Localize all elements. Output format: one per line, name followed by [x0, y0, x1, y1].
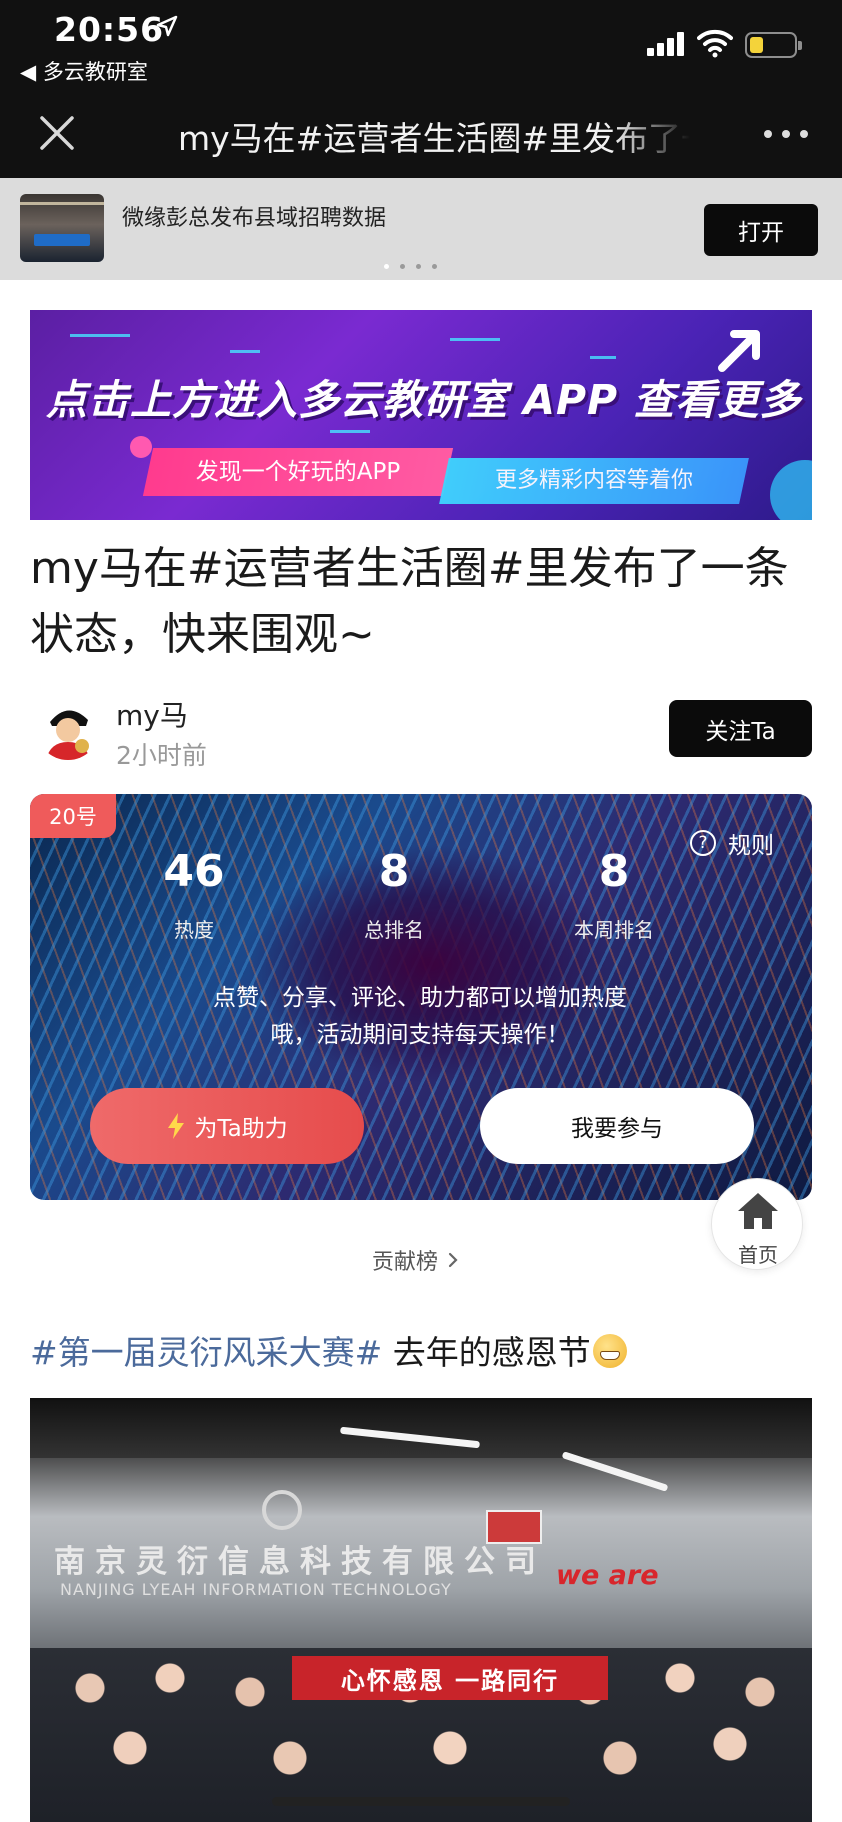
lightning-icon [168, 1113, 185, 1139]
next-post-text: 去年的感恩节 [382, 1333, 591, 1372]
company-wall-subtext: NANJING LYEAH INFORMATION TECHNOLOGY [60, 1580, 452, 1599]
post-title: my马在#运营者生活圈#里发布了一条状态，快来围观~ [30, 543, 789, 660]
boost-button[interactable]: 为Ta助力 [90, 1088, 364, 1164]
stat-week-rank-value: 8 [598, 846, 630, 897]
activity-stats-card: 20号 ? 规则 46 热度 8 总排名 8 本周排名 点赞、分享、评论、助力都… [30, 794, 812, 1200]
carousel-dots [384, 264, 444, 272]
entry-number-badge: 20号 [30, 794, 116, 838]
rules-label: 规则 [728, 833, 774, 859]
ad-pill-more-label: 更多精彩内容等着你 [494, 468, 693, 493]
avatar[interactable] [36, 696, 100, 760]
close-icon[interactable] [36, 112, 78, 154]
stat-heat: 46 热度 [114, 844, 274, 943]
ad-pill-discover-label: 发现一个好玩的APP [195, 459, 401, 485]
status-time: 20:56 [54, 10, 165, 49]
boost-button-label: 为Ta助力 [194, 1116, 288, 1142]
topic-tag-link[interactable]: #第一届灵衍风采大赛# [30, 1333, 382, 1372]
wifi-icon [697, 28, 733, 58]
location-arrow-icon [155, 14, 179, 45]
ad-pill-more: 更多精彩内容等着你 [439, 458, 749, 504]
contribution-leaderboard-link[interactable]: 贡献榜 [372, 1244, 458, 1276]
stat-total-rank-label: 总排名 [364, 918, 424, 942]
stat-week-rank: 8 本周排名 [534, 844, 694, 943]
battery-icon [745, 32, 802, 58]
contribution-label: 贡献榜 [372, 1250, 439, 1275]
stat-total-rank: 8 总排名 [314, 844, 474, 943]
home-icon [738, 1193, 778, 1229]
photo-ceiling [30, 1398, 812, 1458]
cellular-signal-icon [647, 32, 685, 56]
ad-headline: 点击上方进入多云教研室 APP 查看更多 [46, 376, 802, 424]
grin-emoji-icon [592, 1334, 627, 1368]
rules-link[interactable]: ? 规则 [690, 826, 774, 860]
activity-description: 点赞、分享、评论、助力都可以增加热度 哦，活动期间支持每天操作！ [120, 980, 720, 1054]
next-post-title: #第一届灵衍风采大赛# 去年的感恩节 [30, 1326, 627, 1374]
stat-week-rank-label: 本周排名 [574, 918, 654, 942]
wall-frame [486, 1510, 542, 1544]
home-indicator[interactable] [272, 1797, 570, 1806]
activity-description-line2: 哦，活动期间支持每天操作！ [270, 1022, 570, 1048]
stat-total-rank-value: 8 [378, 846, 410, 897]
open-app-button[interactable]: 打开 [704, 204, 818, 256]
back-to-app-link[interactable]: ◀ 多云教研室 [20, 56, 148, 86]
weare-sign: we are [556, 1560, 659, 1591]
stat-heat-label: 热度 [174, 918, 214, 942]
app-ad-banner[interactable]: 点击上方进入多云教研室 APP 查看更多 发现一个好玩的APP 更多精彩内容等着… [30, 310, 812, 520]
company-wall-text: 南京灵衍信息科技有限公司 [54, 1544, 546, 1580]
stat-heat-value: 46 [163, 846, 225, 897]
top-bar: 20:56 ◀ 多云教研室 my马在#运营者生活圈#里发布了一条状态，快来围观~ [0, 0, 842, 178]
chevron-right-icon [448, 1252, 458, 1268]
red-banner: 心怀感恩 一路同行 [292, 1656, 608, 1700]
home-label: 首页 [738, 1243, 778, 1267]
author-name[interactable]: my马 [116, 694, 188, 734]
promo-thumbnail [20, 194, 104, 262]
home-button[interactable]: 首页 [711, 1178, 803, 1270]
more-icon[interactable] [762, 126, 812, 142]
ad-pill-discover: 发现一个好玩的APP [142, 448, 454, 496]
activity-description-line1: 点赞、分享、评论、助力都可以增加热度 [213, 985, 627, 1011]
follow-button[interactable]: 关注Ta [669, 700, 812, 757]
company-logo [262, 1490, 302, 1530]
post-photo[interactable]: 南京灵衍信息科技有限公司 NANJING LYEAH INFORMATION T… [30, 1398, 812, 1822]
page-title: my马在#运营者生活圈#里发布了一条状态，快来围观~ [178, 119, 690, 158]
join-button[interactable]: 我要参与 [480, 1088, 754, 1164]
post-time: 2小时前 [116, 741, 207, 770]
promo-text: 微缘彭总发布县域招聘数据 [122, 206, 387, 231]
